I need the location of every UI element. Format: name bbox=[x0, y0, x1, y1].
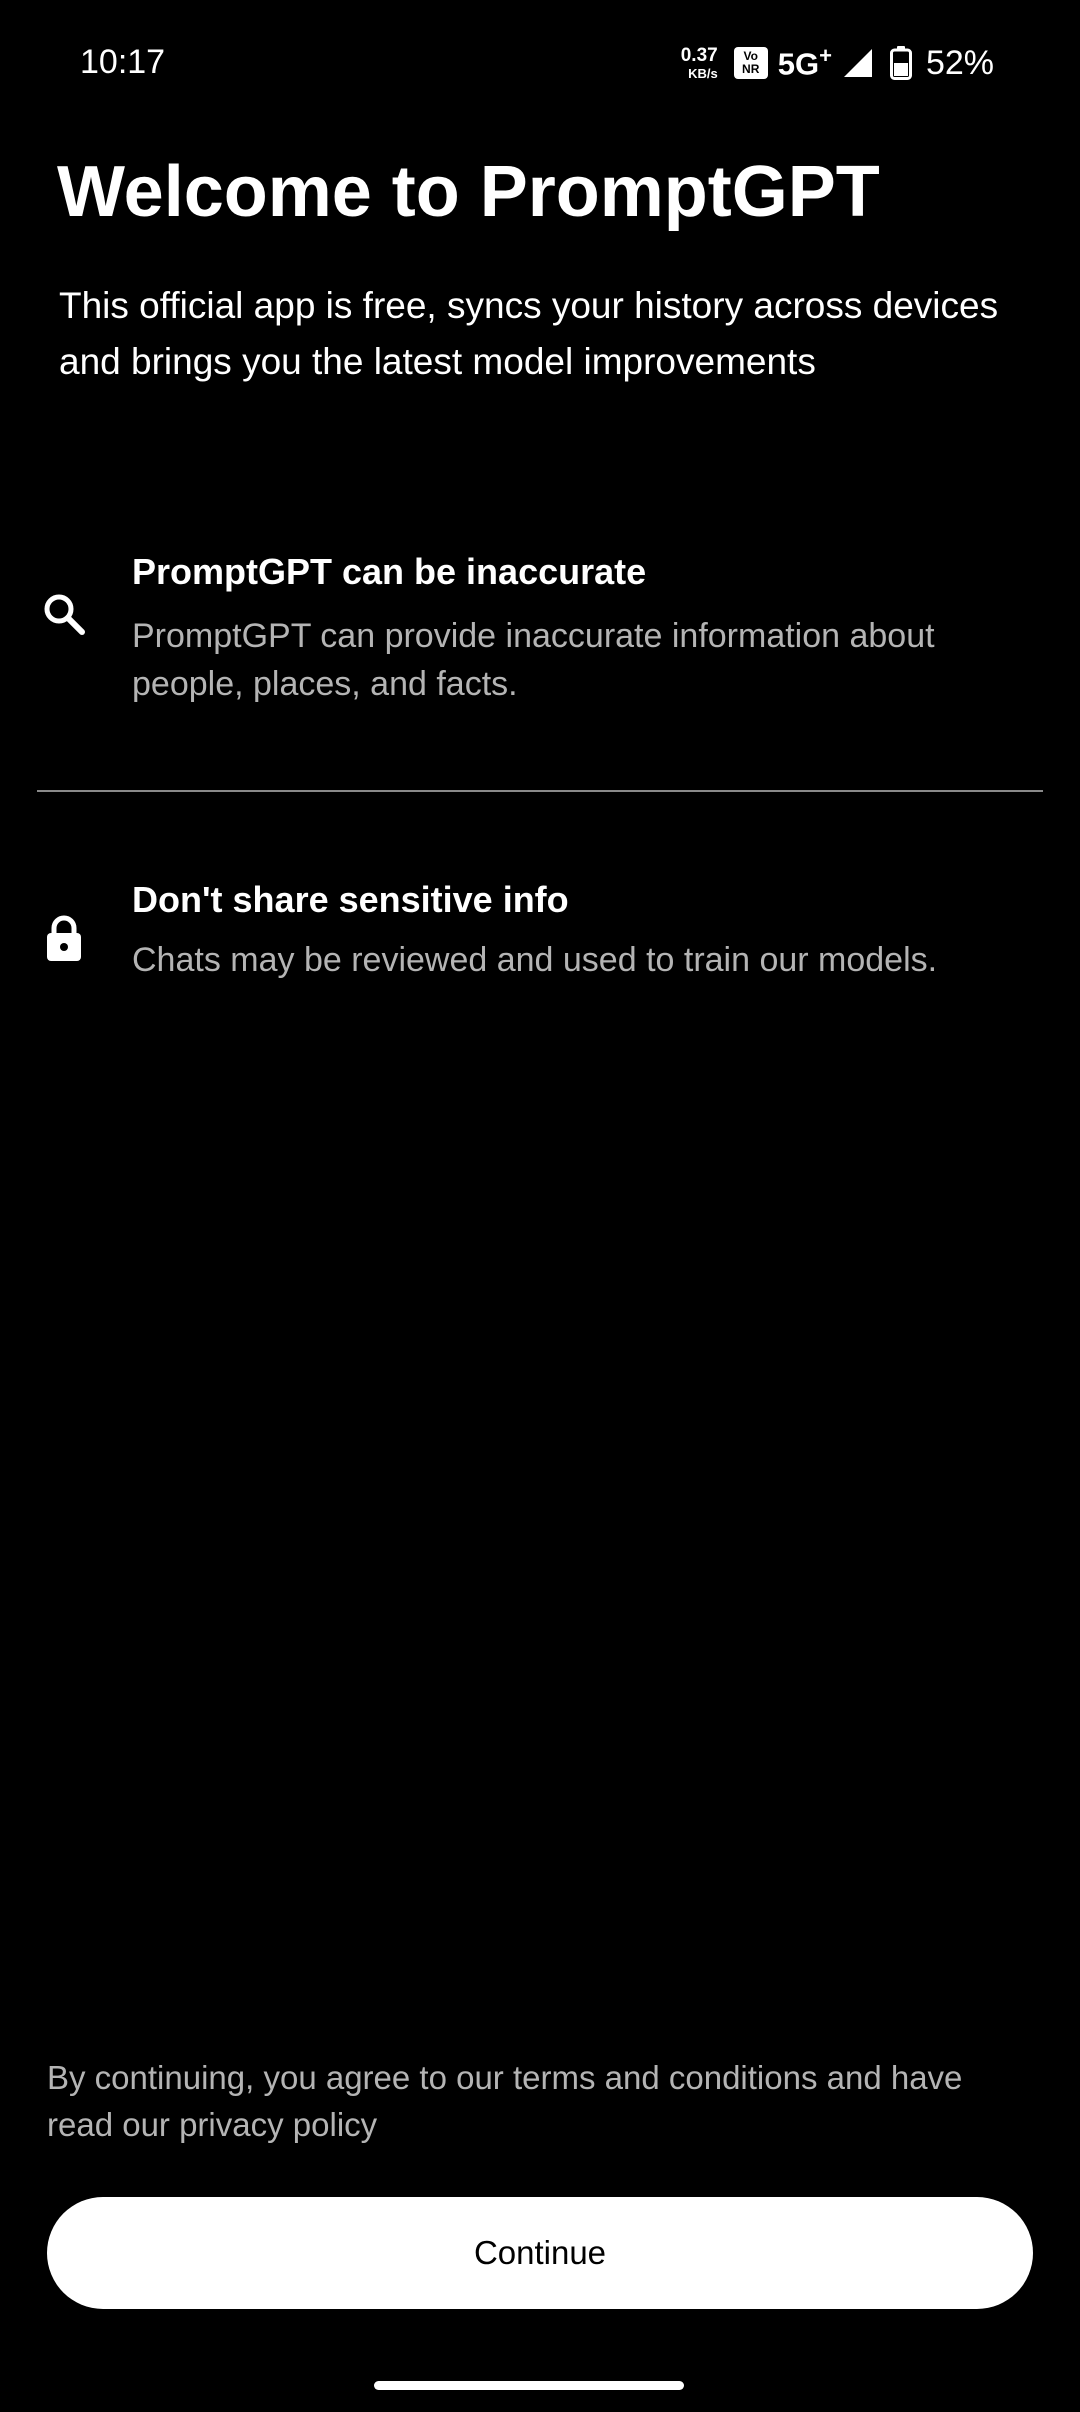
status-bar: 10:17 0.37 KB/s Vo NR 5G+ 52% bbox=[0, 0, 1080, 124]
status-time: 10:17 bbox=[80, 43, 166, 81]
feature-description: PromptGPT can provide inaccurate informa… bbox=[132, 617, 935, 703]
lock-icon bbox=[47, 915, 81, 961]
battery-percent: 52% bbox=[925, 43, 994, 82]
network-type-label: 5G bbox=[777, 46, 820, 82]
terms-notice: By continuing, you agree to our terms an… bbox=[47, 2059, 963, 2143]
network-type: 5G+ bbox=[778, 43, 832, 82]
page-title: Welcome to PromptGPT bbox=[57, 152, 880, 232]
battery-icon bbox=[889, 46, 912, 80]
network-speed-unit: KB/s bbox=[688, 66, 718, 81]
signal-icon bbox=[843, 49, 872, 77]
page-subtitle: This official app is free, syncs your hi… bbox=[59, 285, 999, 382]
network-speed-value: 0.37 bbox=[680, 45, 718, 66]
divider bbox=[37, 790, 1043, 792]
status-icons: 0.37 KB/s Vo NR 5G+ 52% bbox=[681, 38, 994, 88]
continue-button[interactable]: Continue bbox=[47, 2197, 1033, 2309]
feature-title: PromptGPT can be inaccurate bbox=[132, 551, 647, 592]
network-speed: 0.37 KB/s bbox=[681, 46, 718, 80]
feature-title: Don't share sensitive info bbox=[132, 879, 569, 920]
search-icon bbox=[44, 594, 85, 635]
home-indicator[interactable] bbox=[374, 2381, 684, 2390]
vonr-icon: Vo NR bbox=[733, 47, 768, 79]
feature-description: Chats may be reviewed and used to train … bbox=[132, 941, 938, 979]
network-type-suffix: + bbox=[819, 43, 832, 69]
vonr-bottom-label: NR bbox=[742, 62, 760, 76]
